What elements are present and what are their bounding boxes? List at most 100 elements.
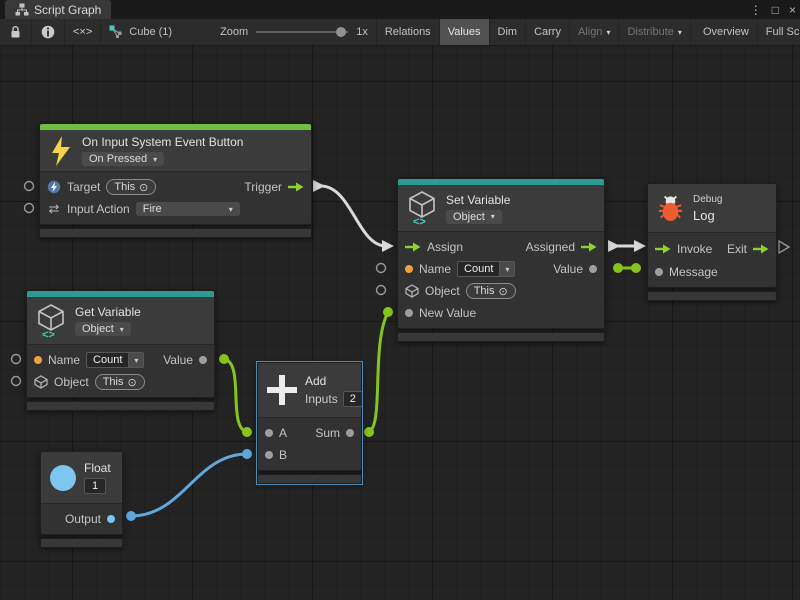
trigger-output-arrow-icon[interactable] <box>288 182 304 192</box>
set-name-dropdown[interactable]: Count ▾ <box>457 261 515 277</box>
zoom-slider-handle[interactable] <box>336 27 346 37</box>
invoke-label: Invoke <box>677 242 712 256</box>
zoom-slider[interactable] <box>256 27 348 37</box>
svg-text:<>: <> <box>413 216 426 226</box>
code-preview-button[interactable]: <×> <box>65 19 101 45</box>
node-get-variable[interactable]: <> Get Variable Object ▾ Name Count ▾ Va… <box>26 290 215 411</box>
get-object-picker[interactable]: This ⊙ <box>95 374 145 390</box>
new-value-port-dot[interactable] <box>405 309 413 317</box>
dim-button[interactable]: Dim <box>490 19 527 45</box>
set-variable-scope-dropdown[interactable]: Object ▾ <box>446 210 502 224</box>
graph-pointer-label: Cube (1) <box>129 26 172 38</box>
message-port-dot[interactable] <box>655 268 663 276</box>
set-new-value-row: New Value <box>398 302 604 324</box>
add-b-row: B <box>258 444 361 466</box>
align-button[interactable]: Align ▾ <box>570 19 619 45</box>
input-action-value: Fire <box>143 203 162 215</box>
zoom-value: 1x <box>356 26 368 38</box>
sum-output-dot[interactable] <box>346 429 354 437</box>
assigned-label: Assigned <box>526 240 575 254</box>
debug-footer <box>647 291 777 301</box>
object-label: Object <box>54 375 89 389</box>
assign-input-arrow-icon[interactable] <box>405 242 421 252</box>
inputs-count-field[interactable]: 2 <box>343 391 363 407</box>
chevron-down-icon: ▾ <box>129 352 144 368</box>
lightning-bolt-icon <box>49 136 73 166</box>
exit-output-arrow-icon[interactable] <box>753 244 769 254</box>
info-icon <box>41 25 55 39</box>
lock-icon <box>9 25 22 39</box>
node-add[interactable]: Add Inputs 2 A Sum B <box>257 362 362 484</box>
node-on-input-system-event-button[interactable]: On Input System Event Button On Pressed … <box>39 123 312 238</box>
overview-button[interactable]: Overview <box>695 19 758 45</box>
svg-text:<>: <> <box>42 329 55 339</box>
add-title: Add <box>305 374 326 388</box>
add-footer <box>257 474 362 484</box>
graph-icon <box>15 3 29 16</box>
tab-title: Script Graph <box>34 3 101 17</box>
info-button[interactable] <box>32 19 65 45</box>
inputs-label: Inputs <box>305 392 338 406</box>
graph-pointer[interactable]: Cube (1) <box>101 19 180 45</box>
debug-invoke-row: Invoke Exit <box>648 237 776 260</box>
set-assign-row: Assign Assigned <box>398 236 604 258</box>
get-variable-title: Get Variable <box>75 305 141 319</box>
carry-label: Carry <box>534 26 561 38</box>
set-variable-title: Set Variable <box>446 193 510 207</box>
chevron-down-icon: ▾ <box>153 155 157 164</box>
lock-button[interactable] <box>0 19 32 45</box>
get-name-value: Count <box>86 352 129 368</box>
relations-button[interactable]: Relations <box>376 19 440 45</box>
exit-label: Exit <box>727 242 747 256</box>
invoke-input-arrow-icon[interactable] <box>655 244 671 254</box>
input-action-icon: ⇄ <box>47 201 61 217</box>
object-picker-icon: ⊙ <box>127 376 136 389</box>
full-screen-button[interactable]: Full Screen <box>758 19 800 45</box>
value-label: Value <box>553 262 583 276</box>
event-target-row: Target This ⊙ Trigger <box>40 176 311 198</box>
debug-message-row: Message <box>648 260 776 283</box>
get-variable-scope-dropdown[interactable]: Object ▾ <box>75 322 131 336</box>
get-name-dropdown[interactable]: Count ▾ <box>86 352 144 368</box>
target-object-picker[interactable]: This ⊙ <box>106 179 156 195</box>
output-port-dot[interactable] <box>107 515 115 523</box>
input-action-dropdown[interactable]: Fire ▾ <box>136 202 240 216</box>
close-icon[interactable]: × <box>789 3 796 17</box>
node-float[interactable]: Float 1 Output <box>40 451 123 548</box>
node-debug-log[interactable]: Debug Log Invoke Exit Message <box>647 183 777 301</box>
chevron-down-icon: ▾ <box>606 28 610 37</box>
values-button[interactable]: Values <box>440 19 490 45</box>
b-port-dot[interactable] <box>265 451 273 459</box>
sum-label: Sum <box>315 426 340 440</box>
object-label: Object <box>425 284 460 298</box>
target-value: This <box>114 181 135 193</box>
name-port-dot[interactable] <box>405 265 413 273</box>
distribute-button[interactable]: Distribute ▾ <box>619 19 690 45</box>
maximize-icon[interactable]: □ <box>772 3 779 17</box>
object-picker-icon: ⊙ <box>139 181 148 194</box>
a-port-dot[interactable] <box>265 429 273 437</box>
chevron-down-icon: ▾ <box>500 261 515 277</box>
assigned-output-arrow-icon[interactable] <box>581 242 597 252</box>
set-object-row: Object This ⊙ <box>398 280 604 302</box>
more-menu-icon[interactable]: ⋮ <box>750 3 762 17</box>
zoom-slider-track[interactable] <box>256 31 348 33</box>
float-type-icon <box>50 465 76 491</box>
set-object-picker[interactable]: This ⊙ <box>466 283 516 299</box>
value-output-dot[interactable] <box>199 356 207 364</box>
a-label: A <box>279 426 287 440</box>
event-mode-dropdown[interactable]: On Pressed ▾ <box>82 152 164 166</box>
add-a-row: A Sum <box>258 422 361 444</box>
value-output-dot[interactable] <box>589 265 597 273</box>
full-screen-label: Full Screen <box>766 26 800 38</box>
get-variable-scope: Object <box>82 323 114 335</box>
output-label: Output <box>65 512 101 526</box>
trigger-label: Trigger <box>244 180 282 194</box>
node-set-variable[interactable]: <> Set Variable Object ▾ Assign Assigned <box>397 178 605 342</box>
float-value-field[interactable]: 1 <box>84 478 106 494</box>
debug-category: Debug <box>693 194 722 205</box>
set-object-value: This <box>474 285 495 297</box>
carry-button[interactable]: Carry <box>526 19 570 45</box>
tab-script-graph[interactable]: Script Graph <box>5 0 111 19</box>
name-port-dot[interactable] <box>34 356 42 364</box>
